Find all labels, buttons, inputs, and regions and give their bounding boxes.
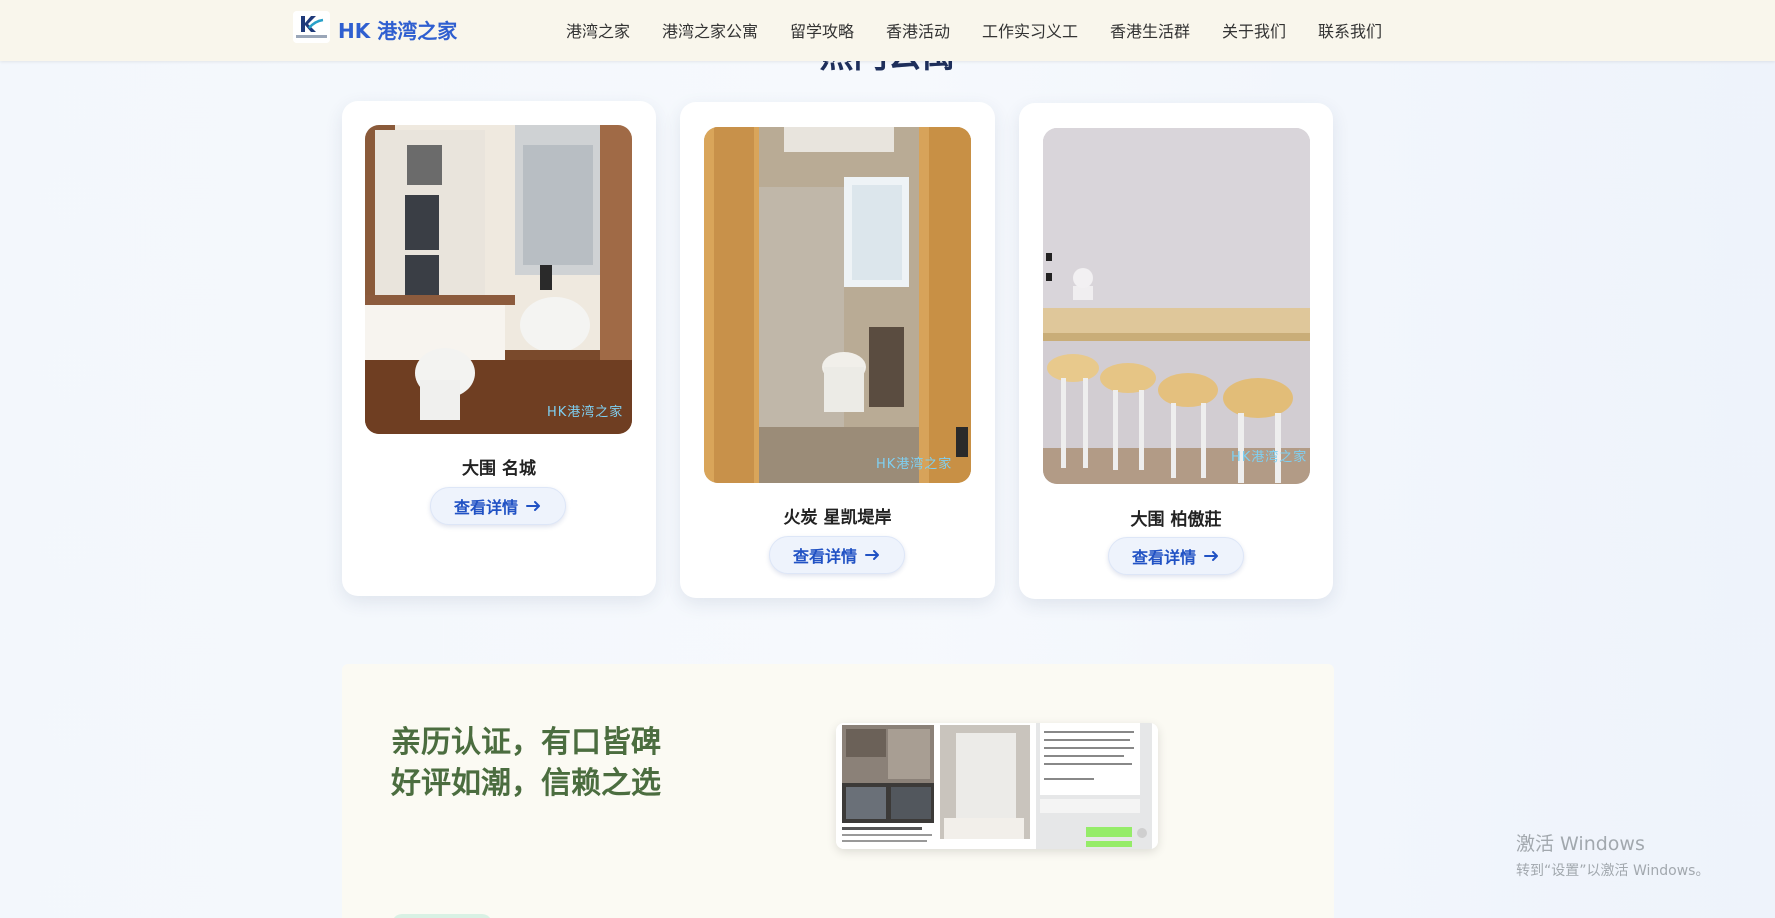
testimonial-cta-button[interactable] <box>392 914 492 918</box>
view-details-label: 查看详情 <box>1131 548 1196 567</box>
arrow-right-icon <box>1204 547 1220 566</box>
nav-item-hk-events[interactable]: 香港活动 <box>886 18 950 42</box>
apartment-card: HK港湾之家 火炭 星凯堤岸 查看详情 <box>680 102 995 598</box>
windows-activation-subtitle: 转到“设置”以激活 Windows。 <box>1516 863 1710 879</box>
nav-item-life-group[interactable]: 香港生活群 <box>1110 18 1190 42</box>
apartment-card: HK港湾之家 大围 柏傲莊 查看详情 <box>1019 103 1333 599</box>
view-details-button[interactable]: 查看详情 <box>1108 537 1244 575</box>
photo-watermark: HK港湾之家 <box>547 405 624 420</box>
nav-item-contact[interactable]: 联系我们 <box>1318 18 1382 42</box>
hk-logo-icon[interactable] <box>293 11 330 43</box>
top-navbar: HK 港湾之家 港湾之家 港湾之家公寓 留学攻略 香港活动 工作实习义工 香港生… <box>0 0 1775 61</box>
testimonial-section: 亲历认证，有口皆碑 好评如潮，信赖之选 <box>342 664 1334 918</box>
view-details-button[interactable]: 查看详情 <box>769 536 905 574</box>
brand-name[interactable]: HK 港湾之家 <box>338 15 457 44</box>
apartment-name: 火炭 星凯堤岸 <box>783 508 892 528</box>
arrow-right-icon <box>865 546 881 565</box>
windows-activation-title: 激活 Windows <box>1516 833 1645 855</box>
testimonial-heading-line1: 亲历认证，有口皆碑 <box>391 725 661 760</box>
nav-item-study-guide[interactable]: 留学攻略 <box>790 18 854 42</box>
nav-item-apartments[interactable]: 港湾之家公寓 <box>662 18 758 42</box>
apartment-photo[interactable]: HK港湾之家 <box>1043 128 1310 484</box>
testimonial-heading: 亲历认证，有口皆碑 好评如潮，信赖之选 <box>391 722 661 804</box>
apartment-photo[interactable]: HK港湾之家 <box>704 127 971 483</box>
arrow-right-icon <box>526 497 542 516</box>
view-details-label: 查看详情 <box>792 547 857 566</box>
photo-watermark: HK港湾之家 <box>876 457 953 472</box>
apartment-card: HK港湾之家 大围 名城 查看详情 <box>342 101 656 596</box>
nav-item-work-intern[interactable]: 工作实习义工 <box>982 18 1078 42</box>
nav-item-about[interactable]: 关于我们 <box>1222 18 1286 42</box>
testimonial-heading-line2: 好评如潮，信赖之选 <box>391 766 661 801</box>
apartment-name: 大围 名城 <box>462 459 536 479</box>
nav-item-home[interactable]: 港湾之家 <box>566 18 630 42</box>
apartment-photo[interactable]: HK港湾之家 <box>365 125 632 434</box>
view-details-button[interactable]: 查看详情 <box>430 487 566 525</box>
windows-activation-watermark: 激活 Windows 转到“设置”以激活 Windows。 <box>1516 829 1709 880</box>
review-screenshot-image[interactable] <box>836 723 1158 849</box>
apartment-name: 大围 柏傲莊 <box>1130 510 1222 530</box>
view-details-label: 查看详情 <box>453 498 518 517</box>
photo-watermark: HK港湾之家 <box>1231 450 1308 465</box>
